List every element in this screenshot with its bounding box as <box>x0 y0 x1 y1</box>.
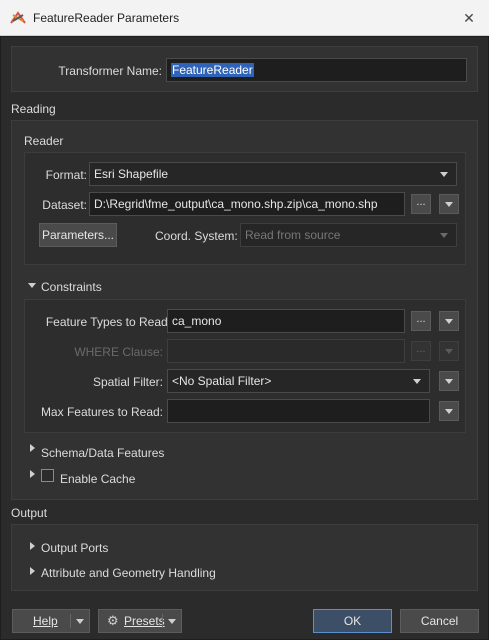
cache-expand-icon[interactable] <box>30 470 35 478</box>
output-panel: Output Ports Attribute and Geometry Hand… <box>11 524 478 591</box>
dataset-browse-button[interactable]: ... <box>411 194 431 214</box>
chevron-down-icon <box>413 379 421 384</box>
schema-expand-icon[interactable] <box>30 444 35 452</box>
constraints-expand-icon[interactable] <box>28 283 36 288</box>
presets-button[interactable]: ⚙ Presets <box>98 609 182 633</box>
close-icon[interactable]: ✕ <box>457 6 481 30</box>
feature-types-menu-button[interactable] <box>439 311 459 331</box>
max-features-label: Max Features to Read: <box>40 405 163 419</box>
chevron-down-icon <box>76 619 84 624</box>
feature-types-browse-button[interactable]: ... <box>411 311 431 331</box>
schema-data-features-title[interactable]: Schema/Data Features <box>41 446 164 460</box>
format-dropdown[interactable]: Esri Shapefile <box>89 162 457 186</box>
chevron-down-icon <box>440 233 448 238</box>
help-button[interactable]: Help <box>12 609 90 633</box>
transformer-name-panel: Transformer Name: FeatureReader <box>11 46 478 92</box>
where-clause-menu-button[interactable] <box>439 341 459 361</box>
where-clause-label: WHERE Clause: <box>74 345 163 359</box>
chevron-down-icon <box>445 409 453 414</box>
transformer-name-label: Transformer Name: <box>58 64 162 78</box>
coord-system-dropdown[interactable]: Read from source <box>240 223 457 247</box>
coord-system-label: Coord. System: <box>155 229 238 243</box>
fme-app-icon <box>10 11 26 24</box>
spatial-filter-menu-button[interactable] <box>439 371 459 391</box>
chevron-down-icon <box>445 379 453 384</box>
where-clause-browse-button[interactable]: ... <box>411 341 431 361</box>
chevron-down-icon <box>445 202 453 207</box>
spatial-filter-dropdown[interactable]: <No Spatial Filter> <box>167 369 430 393</box>
format-label: Format: <box>45 168 87 182</box>
transformer-name-input[interactable]: FeatureReader <box>166 58 467 82</box>
chevron-down-icon <box>168 619 176 624</box>
window-title: FeatureReader Parameters <box>33 11 180 25</box>
attr-geom-expand-icon[interactable] <box>30 567 35 575</box>
ok-button[interactable]: OK <box>313 609 392 633</box>
max-features-menu-button[interactable] <box>439 401 459 421</box>
gear-icon: ⚙ <box>107 613 119 628</box>
constraints-group: Feature Types to Read: ca_mono ... WHERE… <box>24 299 466 433</box>
enable-cache-checkbox[interactable] <box>41 469 54 482</box>
dataset-input[interactable]: D:\Regrid\fme_output\ca_mono.shp.zip\ca_… <box>89 192 405 216</box>
output-ports-title[interactable]: Output Ports <box>41 541 108 555</box>
dataset-label: Dataset: <box>42 198 87 212</box>
reader-group: Format: Esri Shapefile Dataset: D:\Regri… <box>24 152 466 265</box>
constraints-title[interactable]: Constraints <box>41 280 102 294</box>
max-features-input[interactable] <box>167 399 430 423</box>
attr-geometry-handling-title[interactable]: Attribute and Geometry Handling <box>41 566 216 580</box>
cancel-button[interactable]: Cancel <box>400 609 479 633</box>
feature-types-label: Feature Types to Read: <box>45 315 171 329</box>
reader-group-title: Reader <box>24 134 64 148</box>
title-bar: FeatureReader Parameters ✕ <box>0 0 489 36</box>
dataset-menu-button[interactable] <box>439 194 459 214</box>
spatial-filter-label: Spatial Filter: <box>92 375 163 389</box>
chevron-down-icon <box>445 349 453 354</box>
where-clause-input[interactable] <box>167 339 405 363</box>
enable-cache-label: Enable Cache <box>60 472 136 486</box>
reading-panel: Reader Format: Esri Shapefile Dataset: D… <box>11 120 478 500</box>
reading-section-title: Reading <box>11 102 56 116</box>
feature-types-input[interactable]: ca_mono <box>167 309 405 333</box>
chevron-down-icon <box>445 319 453 324</box>
parameters-button[interactable]: Parameters... <box>39 223 117 247</box>
output-section-title: Output <box>11 506 48 520</box>
output-ports-expand-icon[interactable] <box>30 542 35 550</box>
dialog-body: Transformer Name: FeatureReader Reading … <box>0 36 489 640</box>
chevron-down-icon <box>440 172 448 177</box>
